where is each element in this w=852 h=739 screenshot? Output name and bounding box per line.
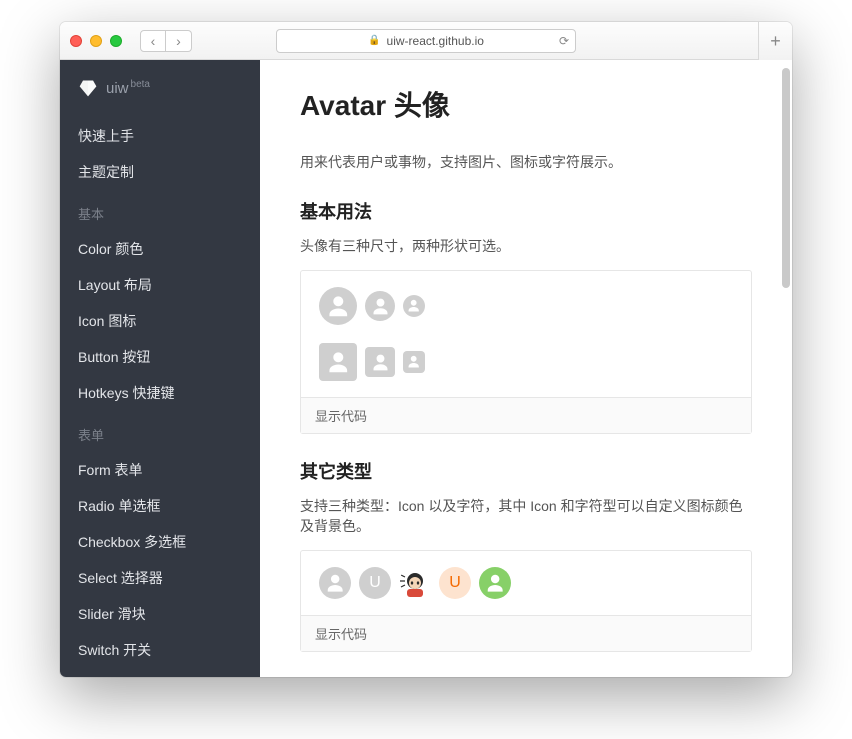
lock-icon: 🔒 — [368, 35, 380, 46]
section-desc-basic: 头像有三种尺寸，两种形状可选。 — [300, 236, 752, 256]
sidebar: uiwbeta 快速上手 主题定制 基本 Color 颜色 Layout 布局 … — [60, 60, 260, 677]
logo-text: uiwbeta — [106, 79, 150, 97]
sidebar-heading-form: 表单 — [60, 411, 260, 452]
avatar-row-types: U U — [319, 567, 733, 599]
app-frame: uiwbeta 快速上手 主题定制 基本 Color 颜色 Layout 布局 … — [60, 60, 792, 677]
browser-window: ‹ › 🔒 uiw-react.github.io ⟳ + uiwbeta 快速… — [60, 22, 792, 677]
avatar-square-small — [403, 351, 425, 373]
sidebar-item-color[interactable]: Color 颜色 — [60, 231, 260, 267]
user-icon — [403, 351, 425, 373]
sidebar-item-layout[interactable]: Layout 布局 — [60, 267, 260, 303]
sidebar-item-hotkeys[interactable]: Hotkeys 快捷键 — [60, 375, 260, 411]
user-icon — [319, 287, 357, 325]
sidebar-item-icon[interactable]: Icon 图标 — [60, 303, 260, 339]
demo-box-basic: 显示代码 — [300, 270, 752, 434]
sidebar-item-input[interactable]: Input 输入框 — [60, 668, 260, 677]
page-title: Avatar 头像 — [300, 84, 752, 124]
sidebar-item-button[interactable]: Button 按钮 — [60, 339, 260, 375]
fullscreen-window-button[interactable] — [110, 35, 122, 47]
section-title-basic: 基本用法 — [300, 198, 752, 224]
user-icon — [479, 567, 511, 599]
user-icon — [365, 291, 395, 321]
back-button[interactable]: ‹ — [140, 30, 166, 52]
sidebar-item-checkbox[interactable]: Checkbox 多选框 — [60, 524, 260, 560]
user-icon — [365, 347, 395, 377]
section-title-types: 其它类型 — [300, 458, 752, 484]
avatar-icon-default — [319, 567, 351, 599]
traffic-lights — [70, 35, 122, 47]
forward-button[interactable]: › — [166, 30, 192, 52]
sidebar-item-switch[interactable]: Switch 开关 — [60, 632, 260, 668]
sidebar-item-radio[interactable]: Radio 单选框 — [60, 488, 260, 524]
avatar-letter-orange: U — [439, 567, 471, 599]
demo-body: U U — [301, 551, 751, 615]
logo[interactable]: uiwbeta — [60, 78, 260, 118]
address-bar[interactable]: 🔒 uiw-react.github.io ⟳ — [276, 29, 576, 53]
avatar-circle-large — [319, 287, 357, 325]
avatar-circle-small — [403, 295, 425, 317]
cartoon-avatar-icon — [399, 567, 431, 599]
sidebar-item-quickstart[interactable]: 快速上手 — [60, 118, 260, 154]
window-titlebar: ‹ › 🔒 uiw-react.github.io ⟳ + — [60, 22, 792, 60]
avatar-square-medium — [365, 347, 395, 377]
avatar-circle-medium — [365, 291, 395, 321]
content-area: Avatar 头像 用来代表用户或事物，支持图片、图标或字符展示。 基本用法 头… — [260, 60, 792, 677]
url-text: uiw-react.github.io — [387, 34, 484, 48]
logo-icon — [78, 78, 98, 98]
show-code-button[interactable]: 显示代码 — [301, 397, 751, 433]
sidebar-heading-basic: 基本 — [60, 190, 260, 231]
new-tab-button[interactable]: + — [758, 22, 792, 60]
avatar-icon-green — [479, 567, 511, 599]
page-description: 用来代表用户或事物，支持图片、图标或字符展示。 — [300, 152, 752, 172]
scrollbar[interactable] — [782, 68, 790, 288]
user-icon — [403, 295, 425, 317]
user-icon — [319, 567, 351, 599]
sidebar-item-slider[interactable]: Slider 滑块 — [60, 596, 260, 632]
reload-icon[interactable]: ⟳ — [559, 34, 569, 48]
show-code-button[interactable]: 显示代码 — [301, 615, 751, 651]
close-window-button[interactable] — [70, 35, 82, 47]
minimize-window-button[interactable] — [90, 35, 102, 47]
demo-body — [301, 271, 751, 397]
sidebar-item-select[interactable]: Select 选择器 — [60, 560, 260, 596]
sidebar-item-theme[interactable]: 主题定制 — [60, 154, 260, 190]
sidebar-item-form[interactable]: Form 表单 — [60, 452, 260, 488]
avatar-row-square — [319, 343, 733, 381]
nav-buttons: ‹ › — [140, 30, 192, 52]
avatar-row-circle — [319, 287, 733, 325]
section-desc-types: 支持三种类型：Icon 以及字符，其中 Icon 和字符型可以自定义图标颜色及背… — [300, 496, 752, 536]
user-icon — [319, 343, 357, 381]
avatar-image — [399, 567, 431, 599]
avatar-letter-default: U — [359, 567, 391, 599]
demo-box-types: U U — [300, 550, 752, 652]
avatar-square-large — [319, 343, 357, 381]
